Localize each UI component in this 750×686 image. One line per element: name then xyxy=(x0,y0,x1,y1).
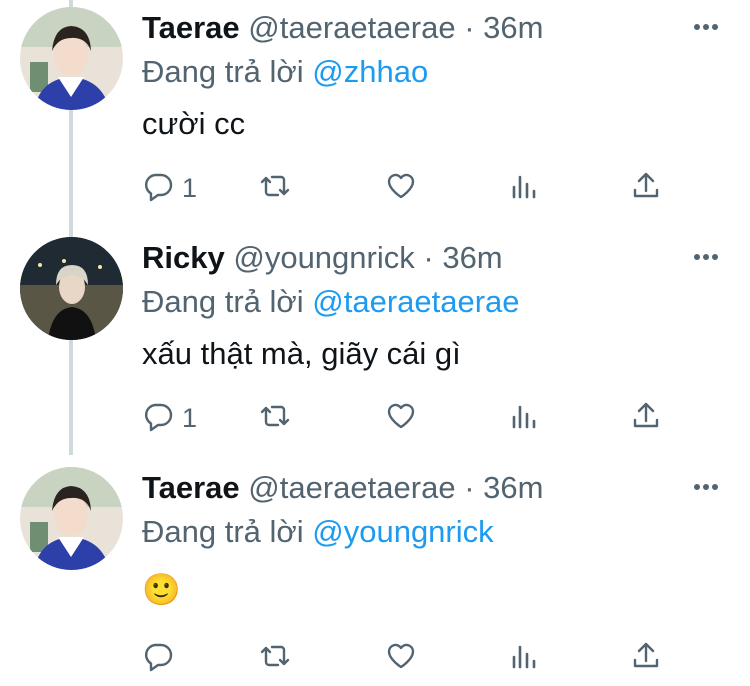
reply-icon xyxy=(142,400,174,437)
mention-link[interactable]: @taeraetaerae xyxy=(312,284,519,319)
like-button[interactable] xyxy=(385,638,417,678)
mention-link[interactable]: @zhhao xyxy=(312,54,428,89)
timestamp[interactable]: 36m xyxy=(483,470,543,505)
replying-to: Đang trả lời @youngnrick xyxy=(142,514,494,550)
timestamp[interactable]: 36m xyxy=(483,10,543,45)
analytics-button[interactable] xyxy=(508,638,540,678)
tweet-text: cười cc xyxy=(142,106,246,141)
user-handle[interactable]: @youngnrick xyxy=(233,240,414,275)
avatar[interactable] xyxy=(20,237,123,340)
timestamp[interactable]: 36m xyxy=(442,240,502,275)
replying-to-label: Đang trả lời xyxy=(142,54,304,89)
display-name[interactable]: Taerae xyxy=(142,10,240,45)
analytics-button[interactable] xyxy=(508,168,540,208)
share-button[interactable] xyxy=(630,168,662,208)
separator-dot: · xyxy=(464,10,475,45)
more-icon[interactable] xyxy=(692,242,720,272)
separator-dot: · xyxy=(464,470,475,505)
avatar-ricky-image xyxy=(20,237,123,340)
more-icon[interactable] xyxy=(692,472,720,502)
avatar[interactable] xyxy=(20,7,123,110)
replying-to: Đang trả lời @taeraetaerae xyxy=(142,284,520,320)
analytics-icon xyxy=(508,640,540,677)
share-icon xyxy=(630,400,662,437)
tweet-text: xấu thật mà, giãy cái gì xyxy=(142,336,461,371)
display-name[interactable]: Ricky xyxy=(142,240,225,275)
share-icon xyxy=(630,170,662,207)
avatar-taerae-image xyxy=(20,7,123,110)
retweet-icon xyxy=(259,640,291,677)
reply-button[interactable] xyxy=(142,638,182,678)
retweet-button[interactable] xyxy=(259,638,291,678)
retweet-icon xyxy=(259,400,291,437)
analytics-button[interactable] xyxy=(508,398,540,438)
like-icon xyxy=(385,170,417,207)
tweet-text: 🙂 xyxy=(142,572,181,607)
reply-count: 1 xyxy=(182,402,198,433)
reply-count: 1 xyxy=(182,172,198,203)
avatar-taerae-image xyxy=(20,467,123,570)
avatar[interactable] xyxy=(20,467,123,570)
tweet[interactable]: Ricky @youngnrick · 36m Đang trả lời @ta… xyxy=(0,230,750,460)
reply-icon xyxy=(142,640,174,677)
like-button[interactable] xyxy=(385,398,417,438)
reply-button[interactable]: 1 xyxy=(142,398,197,438)
retweet-icon xyxy=(259,170,291,207)
action-bar: 1 xyxy=(142,398,682,438)
like-icon xyxy=(385,640,417,677)
user-handle[interactable]: @taeraetaerae xyxy=(248,470,455,505)
tweet-header: Taerae @taeraetaerae · 36m xyxy=(142,10,543,46)
tweet[interactable]: Taerae @taeraetaerae · 36m Đang trả lời … xyxy=(0,0,750,230)
display-name[interactable]: Taerae xyxy=(142,470,240,505)
replying-to-label: Đang trả lời xyxy=(142,514,304,549)
share-button[interactable] xyxy=(630,398,662,438)
reply-button[interactable]: 1 xyxy=(142,168,197,208)
replying-to-label: Đang trả lời xyxy=(142,284,304,319)
share-button[interactable] xyxy=(630,638,662,678)
retweet-button[interactable] xyxy=(259,168,291,208)
tweet[interactable]: Taerae @taeraetaerae · 36m Đang trả lời … xyxy=(0,460,750,686)
mention-link[interactable]: @youngnrick xyxy=(312,514,493,549)
action-bar xyxy=(142,638,682,678)
separator-dot: · xyxy=(423,240,434,275)
like-icon xyxy=(385,400,417,437)
analytics-icon xyxy=(508,400,540,437)
tweet-header: Taerae @taeraetaerae · 36m xyxy=(142,470,543,506)
share-icon xyxy=(630,640,662,677)
retweet-button[interactable] xyxy=(259,398,291,438)
more-icon[interactable] xyxy=(692,12,720,42)
user-handle[interactable]: @taeraetaerae xyxy=(248,10,455,45)
analytics-icon xyxy=(508,170,540,207)
action-bar: 1 xyxy=(142,168,682,208)
tweet-header: Ricky @youngnrick · 36m xyxy=(142,240,503,276)
like-button[interactable] xyxy=(385,168,417,208)
reply-icon xyxy=(142,170,174,207)
replying-to: Đang trả lời @zhhao xyxy=(142,54,428,90)
